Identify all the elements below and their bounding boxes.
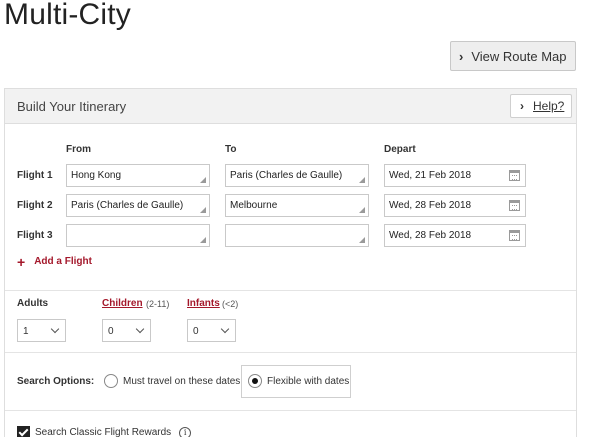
adults-value: 1 (23, 326, 29, 337)
resize-grip-icon (200, 207, 206, 213)
info-icon[interactable]: i (179, 426, 192, 437)
classic-rewards-option[interactable]: Search Classic Flight Rewards i (17, 426, 192, 437)
itinerary-header: Build Your Itinerary › Help? (5, 89, 576, 124)
chevron-right-icon: › (520, 99, 524, 113)
divider (5, 410, 576, 411)
flight-3-to-input[interactable] (225, 224, 369, 247)
children-link[interactable]: Children (102, 298, 143, 309)
infants-age-hint: (<2) (222, 299, 239, 309)
to-column-label: To (225, 144, 237, 155)
help-button[interactable]: › Help? (510, 94, 572, 118)
flight-2-label: Flight 2 (17, 200, 53, 211)
chevron-down-icon (135, 324, 145, 334)
resize-grip-icon (359, 207, 365, 213)
resize-grip-icon (200, 177, 206, 183)
depart-column-label: Depart (384, 144, 416, 155)
chevron-down-icon (220, 324, 230, 334)
divider (5, 352, 576, 353)
itinerary-title: Build Your Itinerary (17, 99, 127, 114)
children-value: 0 (108, 326, 114, 337)
checkbox-checked[interactable] (17, 426, 30, 437)
chevron-right-icon: › (459, 48, 464, 64)
children-age-hint: (2-11) (146, 299, 170, 309)
flight-1-depart-value: Wed, 21 Feb 2018 (389, 170, 472, 181)
adults-label: Adults (17, 298, 49, 309)
children-select[interactable]: 0 (102, 319, 151, 342)
radio-button-selected[interactable] (248, 374, 262, 388)
flight-1-depart-date[interactable]: Wed, 21 Feb 2018 (384, 164, 526, 187)
resize-grip-icon (200, 237, 206, 243)
page-title: Multi-City (4, 0, 131, 31)
infants-select[interactable]: 0 (187, 319, 236, 342)
view-route-map-label: View Route Map (471, 48, 567, 64)
flight-1-from-input[interactable]: Hong Kong (66, 164, 210, 187)
classic-rewards-label: Search Classic Flight Rewards (35, 427, 172, 437)
must-travel-option[interactable]: Must travel on these dates (104, 374, 240, 388)
from-column-label: From (66, 144, 91, 155)
flight-3-depart-value: Wed, 28 Feb 2018 (389, 230, 472, 241)
flight-1-label: Flight 1 (17, 170, 53, 181)
resize-grip-icon (359, 237, 365, 243)
flight-2-from-value: Paris (Charles de Gaulle) (71, 200, 184, 211)
flight-1-to-value: Paris (Charles de Gaulle) (230, 170, 343, 181)
flight-2-to-value: Melbourne (230, 200, 278, 211)
flight-1-from-value: Hong Kong (71, 170, 122, 181)
flexible-dates-label: Flexible with dates (267, 375, 350, 387)
add-flight-button[interactable]: + Add a Flight (17, 253, 92, 270)
itinerary-panel: Build Your Itinerary › Help? From To Dep… (4, 88, 577, 437)
infants-value: 0 (193, 326, 199, 337)
flight-3-label: Flight 3 (17, 230, 53, 241)
plus-icon: + (17, 253, 26, 270)
flight-2-depart-date[interactable]: Wed, 28 Feb 2018 (384, 194, 526, 217)
view-route-map-button[interactable]: › View Route Map (450, 41, 576, 71)
calendar-icon[interactable] (509, 200, 520, 211)
flight-1-to-input[interactable]: Paris (Charles de Gaulle) (225, 164, 369, 187)
infants-link[interactable]: Infants (187, 298, 220, 309)
radio-button[interactable] (104, 374, 118, 388)
flight-2-depart-value: Wed, 28 Feb 2018 (389, 200, 472, 211)
flight-2-from-input[interactable]: Paris (Charles de Gaulle) (66, 194, 210, 217)
resize-grip-icon (359, 177, 365, 183)
chevron-down-icon (50, 324, 60, 334)
calendar-icon[interactable] (509, 170, 520, 181)
help-link[interactable]: Help? (533, 99, 564, 113)
divider (5, 290, 576, 291)
add-flight-label: Add a Flight (34, 256, 92, 267)
must-travel-label: Must travel on these dates (123, 375, 241, 387)
adults-select[interactable]: 1 (17, 319, 66, 342)
flight-3-depart-date[interactable]: Wed, 28 Feb 2018 (384, 224, 526, 247)
flight-3-from-input[interactable] (66, 224, 210, 247)
flight-2-to-input[interactable]: Melbourne (225, 194, 369, 217)
flexible-dates-option[interactable]: Flexible with dates (248, 374, 349, 388)
search-options-label: Search Options: (17, 376, 95, 387)
calendar-icon[interactable] (509, 230, 520, 241)
